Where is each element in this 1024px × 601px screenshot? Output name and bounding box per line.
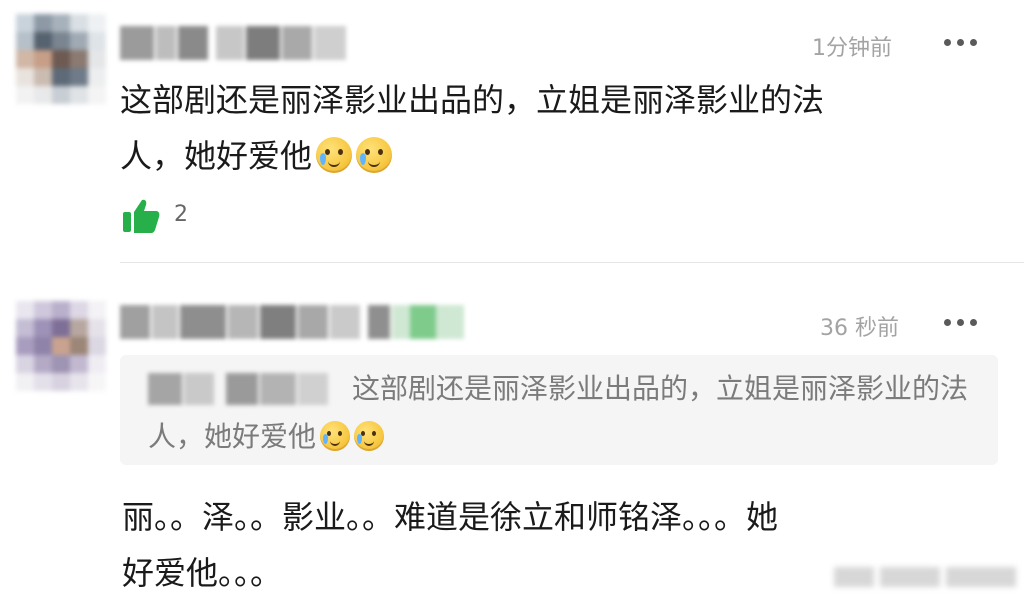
avatar[interactable] (16, 301, 106, 391)
crying-smile-emoji (356, 137, 393, 173)
more-dots-icon[interactable] (944, 319, 980, 329)
quoted-text: 这部剧还是丽泽影业出品的，立姐是丽泽影业的法人，她好爱他 (148, 365, 978, 461)
crying-smile-emoji (354, 421, 385, 451)
crying-smile-emoji (316, 137, 353, 173)
avatar[interactable] (16, 14, 106, 104)
comment-item: 1分钟前 这部剧还是丽泽影业出品的，立姐是丽泽影业的法 人，她好爱他 2 (0, 0, 1024, 262)
like-count: 2 (174, 202, 188, 227)
quoted-comment[interactable]: 这部剧还是丽泽影业出品的，立姐是丽泽影业的法人，她好爱他 (120, 355, 998, 465)
comment-item: 36 秒前 这部剧还是丽泽影业出品的，立姐是丽泽影业的法人，她好爱他 丽。。泽。… (0, 263, 1024, 592)
comment-time: 36 秒前 (820, 316, 899, 341)
username[interactable] (120, 305, 470, 339)
comment-text-line: 丽。。泽。。影业。。难道是徐立和师铭泽。。。她 (122, 498, 779, 536)
quoted-text-content: 这部剧还是丽泽影业出品的，立姐是丽泽影业的法人，她好爱他 (148, 372, 969, 453)
username[interactable] (120, 26, 350, 60)
thumbs-up-icon (123, 199, 160, 233)
comment-text-line: 这部剧还是丽泽影业出品的，立姐是丽泽影业的法 (120, 81, 825, 119)
comment-text: 这部剧还是丽泽影业出品的，立姐是丽泽影业的法 人，她好爱他 (120, 72, 1000, 184)
comment-text-line: 人，她好爱他 (120, 137, 313, 175)
more-dots-icon[interactable] (944, 39, 980, 49)
comment-time: 1分钟前 (812, 36, 892, 61)
watermark (824, 563, 1024, 591)
crying-smile-emoji (320, 421, 351, 451)
